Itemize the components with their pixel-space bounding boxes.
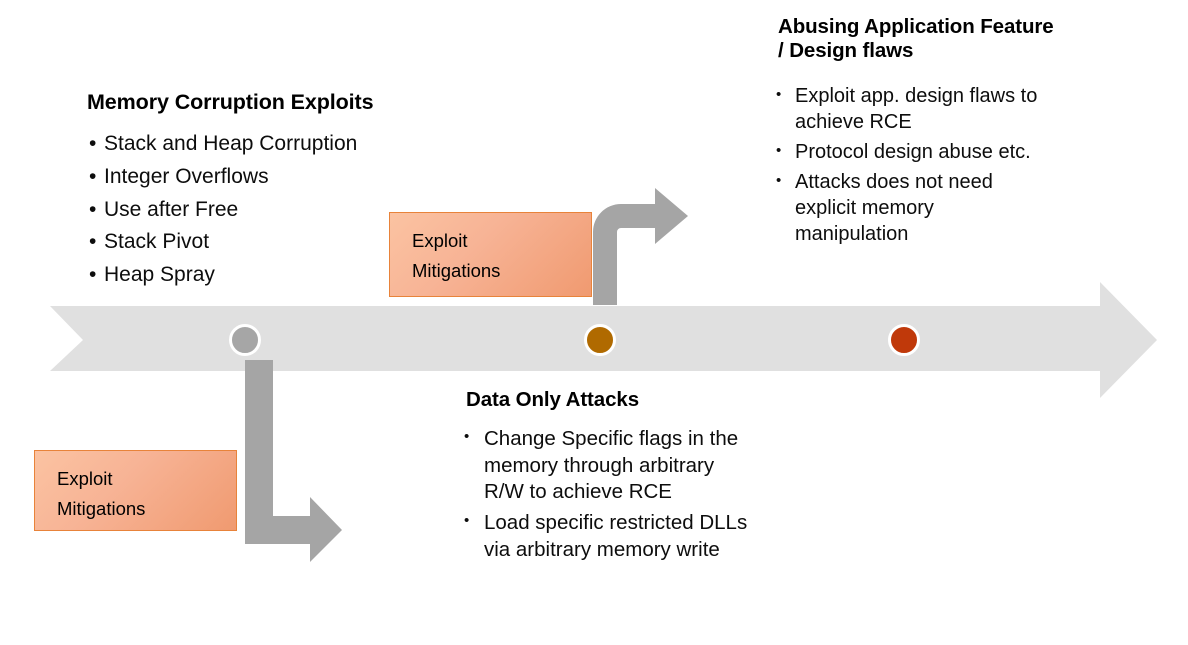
- list-item: • Exploit app. design flaws to achieve R…: [776, 85, 1038, 133]
- callout-bottom-line1: Exploit: [57, 468, 113, 489]
- heading-data-only-attacks: Data Only Attacks: [466, 388, 639, 411]
- bullet-icon: •: [89, 164, 97, 188]
- list-item: • Heap Spray: [89, 261, 419, 288]
- list-item: • Use after Free: [89, 196, 419, 223]
- bullet-icon: •: [776, 172, 782, 189]
- bullet-icon: •: [776, 142, 782, 159]
- list-item: • Change Specific flags in the memory th…: [464, 427, 739, 504]
- bullet-icon: •: [464, 428, 470, 445]
- bullet-icon: •: [89, 263, 97, 287]
- list-item: • Stack Pivot: [89, 228, 419, 255]
- callout-top-line2: Mitigations: [412, 259, 501, 281]
- heading-abusing-application-feature: Abusing Application Feature / Design fla…: [778, 15, 1054, 62]
- timeline-marker-data-only-attacks[interactable]: [584, 324, 616, 356]
- bullet-list-memory-corruption: • Stack and Heap Corruption • Integer Ov…: [89, 130, 419, 294]
- timeline-marker-app-feature-abuse[interactable]: [888, 324, 920, 356]
- callout-exploit-mitigations-top: Exploit Mitigations: [389, 212, 592, 297]
- heading-memory-corruption-exploits: Memory Corruption Exploits: [87, 90, 374, 114]
- timeline-marker-memory-corruption[interactable]: [229, 324, 261, 356]
- bullet-icon: •: [89, 132, 97, 155]
- bullet-list-abusing-application: • Exploit app. design flaws to achieve R…: [776, 83, 1051, 251]
- callout-bottom-line2: Mitigations: [57, 497, 146, 519]
- list-item: • Attacks does not need explicit memory …: [776, 171, 993, 245]
- bullet-icon: •: [776, 86, 782, 103]
- bullet-list-data-only-attacks: • Change Specific flags in the memory th…: [464, 426, 754, 567]
- slide-canvas: Exploit Mitigations Exploit Mitigations …: [0, 0, 1188, 645]
- bullet-icon: •: [89, 230, 97, 254]
- list-item: • Load specific restricted DLLs via arbi…: [464, 510, 748, 561]
- bullet-icon: •: [464, 511, 470, 529]
- callout-exploit-mitigations-bottom: Exploit Mitigations: [34, 450, 237, 531]
- connector-arrow-up-right: [593, 188, 688, 305]
- callout-top-line1: Exploit: [412, 230, 468, 251]
- list-item: • Stack and Heap Corruption: [89, 130, 419, 157]
- list-item: • Protocol design abuse etc.: [776, 141, 1031, 163]
- connector-arrow-down-right: [245, 360, 342, 562]
- list-item: • Integer Overflows: [89, 163, 419, 190]
- bullet-icon: •: [89, 197, 97, 221]
